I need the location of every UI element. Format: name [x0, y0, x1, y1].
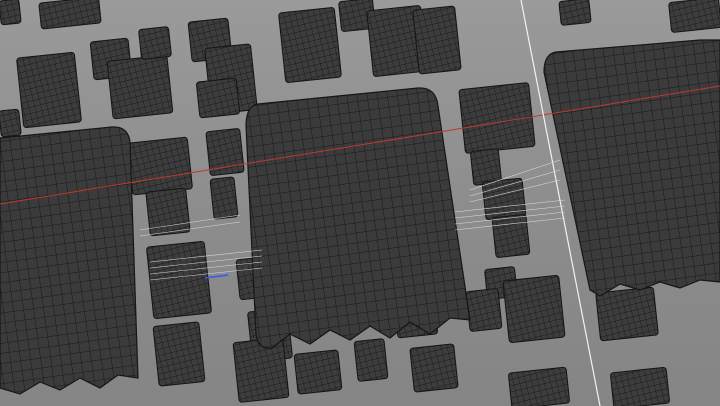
small-building-mesh[interactable] [278, 7, 342, 83]
small-building-mesh[interactable] [232, 337, 290, 403]
small-building-mesh[interactable] [412, 5, 462, 75]
small-building-mesh[interactable] [491, 214, 531, 258]
small-building-mesh[interactable] [353, 338, 389, 382]
small-building-mesh[interactable] [0, 0, 22, 26]
large-building-left[interactable] [0, 126, 139, 395]
wireframe-scene[interactable] [0, 0, 720, 406]
small-building-mesh[interactable] [0, 108, 22, 138]
small-building-mesh[interactable] [595, 286, 659, 342]
small-building-mesh[interactable] [209, 176, 239, 220]
small-building-mesh[interactable] [502, 275, 566, 343]
small-building-mesh[interactable] [16, 51, 82, 129]
small-building-mesh[interactable] [38, 0, 102, 30]
small-building-mesh[interactable] [558, 0, 592, 26]
small-building-mesh[interactable] [610, 366, 670, 406]
depth-axis-line [204, 274, 229, 279]
small-building-mesh[interactable] [146, 240, 212, 320]
small-building-mesh[interactable] [138, 26, 172, 60]
small-building-mesh[interactable] [205, 128, 245, 176]
small-building-mesh[interactable] [106, 54, 174, 120]
large-building-center[interactable] [245, 87, 471, 349]
small-building-mesh[interactable] [127, 136, 193, 196]
small-building-mesh[interactable] [668, 0, 720, 33]
3d-viewport[interactable] [0, 0, 720, 406]
small-building-mesh[interactable] [470, 148, 502, 186]
small-building-mesh[interactable] [508, 366, 570, 406]
small-building-mesh[interactable] [293, 349, 343, 395]
large-building-right[interactable] [543, 39, 720, 297]
small-building-mesh[interactable] [465, 288, 503, 332]
small-building-mesh[interactable] [145, 187, 191, 237]
small-building-mesh[interactable] [152, 321, 206, 387]
small-building-mesh[interactable] [481, 177, 527, 221]
small-building-mesh[interactable] [409, 343, 459, 393]
small-building-mesh[interactable] [196, 77, 240, 119]
